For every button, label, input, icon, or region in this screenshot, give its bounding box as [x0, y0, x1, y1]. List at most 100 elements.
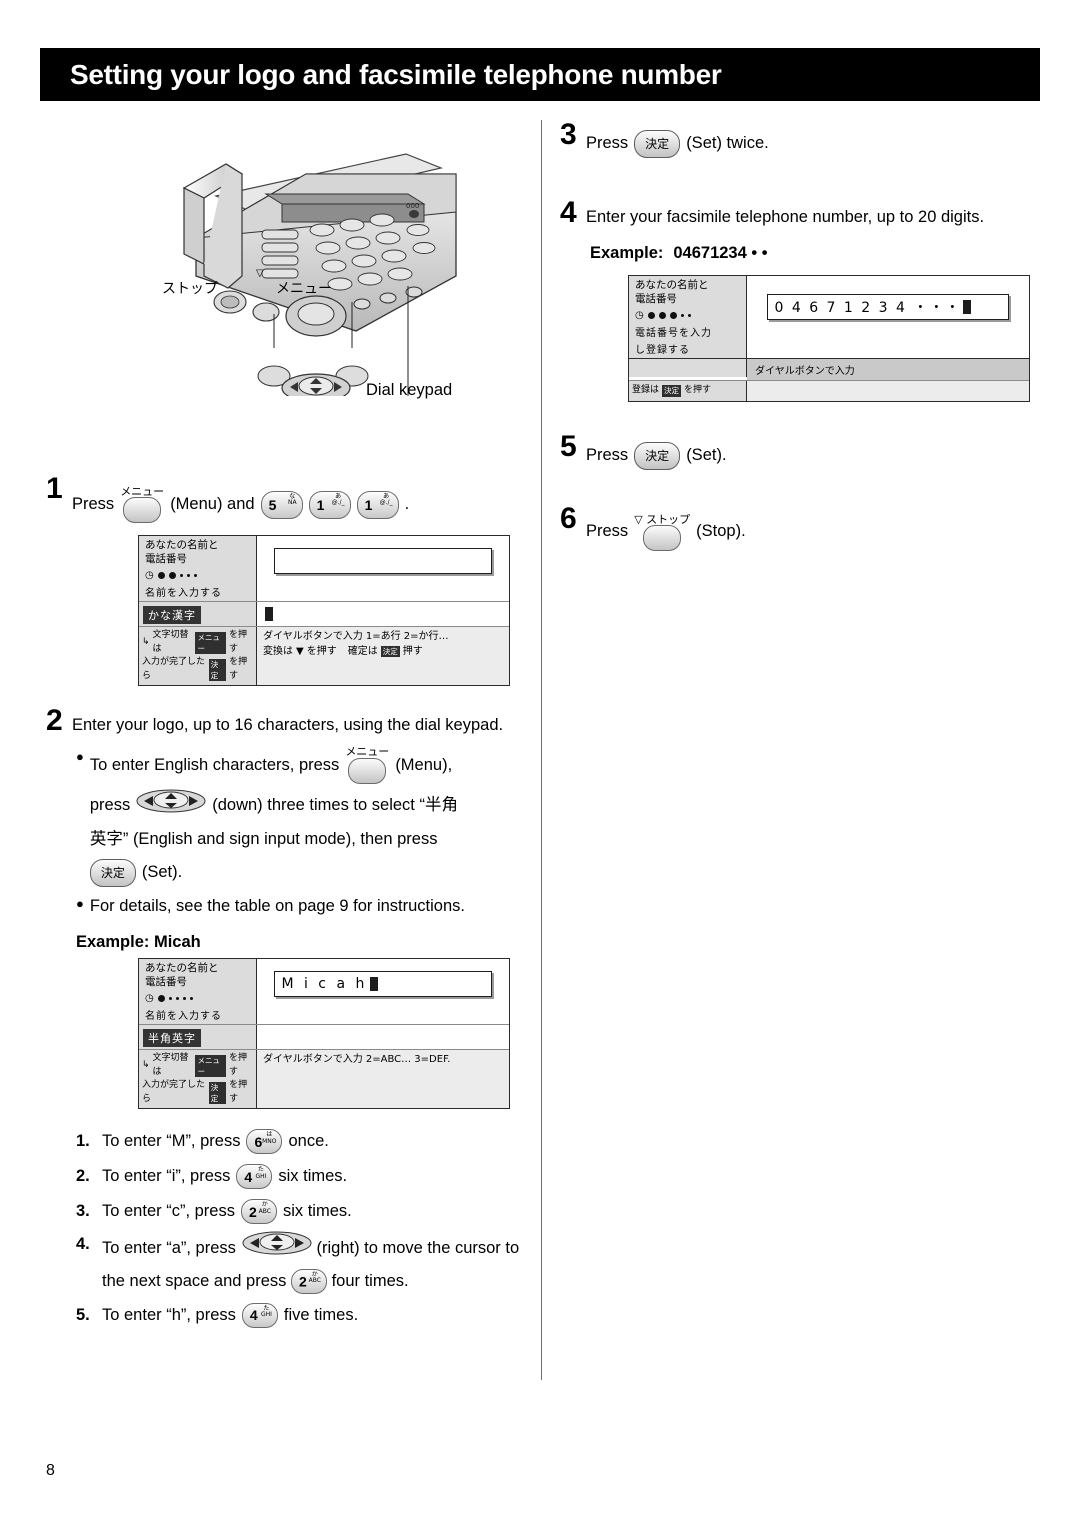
step-2-bullet-1: ● To enter English characters, press メニュ…	[76, 746, 536, 887]
substep-1-text-b: once.	[288, 1132, 329, 1151]
bullet1-text-e: 英字” (English and sign input mode), then …	[89, 830, 438, 849]
lcd1-hint4-chip: 決定	[380, 646, 400, 658]
dial-key-4-b[interactable]: 4 た GHI	[241, 1302, 278, 1328]
bullet1-text-f: (Set).	[141, 863, 183, 882]
step-2-text: Enter your logo, up to 16 characters, us…	[72, 716, 504, 735]
lcd1-hint3: ダイヤルボタンで入力 1=あ行 2=か行…	[263, 631, 449, 643]
dial-key-6[interactable]: 6 は MNO	[246, 1129, 283, 1155]
lcd2-subtitle: 名前を入力する	[145, 1011, 222, 1023]
lcd2-input-box: M i c a h	[274, 971, 492, 998]
dial-key-5-digit: 5	[268, 496, 277, 513]
lcd2-step-dots: ◷	[145, 993, 252, 1004]
label-stop: ストップ	[162, 281, 218, 297]
right-column: 3 Press 決定 (Set) twice. 4 Enter your fac…	[560, 120, 1040, 555]
substep-1: 1. To enter “M”, press 6 は MNO once.	[76, 1125, 536, 1158]
substep-3-num: 3.	[76, 1202, 90, 1221]
lcd2-hint2a: 入力が完了したら	[142, 1080, 206, 1104]
dial-key-1-a[interactable]: 1 あ @./_	[308, 490, 351, 519]
menu-key-2-button[interactable]	[348, 757, 387, 784]
step-5-text-a: Press	[586, 445, 629, 464]
substep-3-text-b: six times.	[282, 1202, 352, 1221]
lcd1-hint4c: 確定は	[347, 646, 378, 658]
step-1-period: .	[404, 494, 410, 513]
lcd-screen-2: あなたの名前と 電話番号 ◷ 名前を入力する M i c a h 半角英字 ↳ …	[138, 958, 510, 1110]
bullet1-text-a: To enter English characters, press	[89, 755, 340, 774]
lcd1-step-dots: ◷	[145, 570, 252, 581]
lcd3-input-value: 0 4 6 7 1 2 3 4 ・・・	[774, 299, 962, 316]
lcd2-cursor	[370, 977, 379, 992]
step-1: 1 Press メニュー (Menu) and 5 な NA 1 あ @./_ 1	[46, 474, 536, 523]
navigator-key-down[interactable]	[136, 788, 206, 822]
dial-key-1-b[interactable]: 1 あ @./_	[356, 490, 399, 519]
example-micah-title: Example: Micah	[76, 933, 201, 952]
page-header: Setting your logo and facsimile telephon…	[40, 48, 1040, 101]
lcd3-hint-chip: 決定	[662, 385, 682, 397]
svg-text:000: 000	[406, 202, 419, 210]
left-column: 000 ストップ メニュー Dial keypad ▽ 1 Press メニュー…	[46, 120, 536, 1332]
stop-key-button[interactable]	[643, 524, 682, 551]
lcd1-hint2b: を押す	[229, 657, 248, 681]
lcd1-title-line2: 電話番号	[145, 552, 187, 565]
dial-key-2-b[interactable]: 2 か ABC	[290, 1269, 327, 1295]
bullet-dot-icon-2: ●	[76, 895, 84, 911]
substep-1-num: 1.	[76, 1132, 90, 1151]
set-key-1[interactable]: 決定	[89, 858, 136, 887]
lcd-screen-1: あなたの名前と 電話番号 ◷ 名前を入力する かな漢字 ↳ 文字切替は メニュー…	[138, 535, 510, 687]
substep-4-text-a: To enter “a”, press	[102, 1238, 236, 1257]
step-5-number: 5	[560, 429, 577, 463]
step-1-number: 1	[46, 472, 63, 505]
lcd2-hint2-chip: 決定	[208, 1081, 227, 1105]
lcd1-hint1b: を押す	[229, 630, 248, 654]
lcd2-mode-chip: 半角英字	[143, 1029, 201, 1048]
step-1-press-label: Press	[72, 494, 115, 513]
substep-5: 5. To enter “h”, press 4 た GHI five times…	[76, 1299, 536, 1332]
column-divider	[541, 120, 542, 1380]
dial-key-2-a[interactable]: 2 か ABC	[240, 1199, 277, 1225]
lcd2-hint3: ダイヤルボタンで入力 2=ABC… 3=DEF.	[263, 1054, 451, 1066]
set-key-5[interactable]: 決定	[634, 441, 681, 470]
stop-key[interactable]: ▽ ストップ	[634, 514, 690, 551]
substep-3: 3. To enter “c”, press 2 か ABC six times.	[76, 1195, 536, 1228]
lcd3-subtitle-1: 電話番号を入力	[635, 328, 712, 340]
step-2: 2 Enter your logo, up to 16 characters, …	[46, 706, 536, 738]
dial-key-2b-sub-bottom: ABC	[308, 1277, 321, 1285]
bullet1-text-c: press	[89, 795, 131, 814]
clock-icon: ◷	[145, 570, 154, 582]
step-3: 3 Press 決定 (Set) twice.	[560, 120, 1040, 158]
lcd1-hint1-chip: メニュー	[195, 631, 227, 655]
step-2-bullet-2: ● For details, see the table on page 9 f…	[76, 893, 536, 919]
menu-key-1[interactable]: メニュー	[120, 486, 164, 523]
page-title: Setting your logo and facsimile telephon…	[70, 58, 722, 90]
lcd3-title-line2: 電話番号	[635, 292, 677, 305]
label-dial-keypad: Dial keypad	[366, 381, 453, 399]
set-key-3[interactable]: 決定	[634, 130, 681, 158]
bullet-dot-icon: ●	[76, 749, 84, 765]
clock-icon-2: ◷	[145, 993, 154, 1005]
substep-3-text-a: To enter “c”, press	[102, 1202, 235, 1221]
lcd3-input-box: 0 4 6 7 1 2 3 4 ・・・	[767, 293, 1009, 320]
navigator-key-right[interactable]	[242, 1230, 312, 1267]
step-6-text-b: (Stop).	[696, 522, 746, 541]
lcd1-hint1a: 文字切替は	[152, 630, 189, 654]
step-5: 5 Press 決定 (Set).	[560, 429, 1040, 470]
dial-key-1b-sub-bottom: @./_	[379, 498, 393, 506]
substep-4-num: 4.	[76, 1235, 90, 1254]
menu-key-2[interactable]: メニュー	[345, 746, 389, 784]
lcd2-title-line1: あなたの名前と	[145, 962, 219, 975]
menu-key-button[interactable]	[123, 497, 162, 523]
lcd1-hint4d: 押す	[402, 646, 423, 658]
lcd1-hint2-chip: 決定	[208, 658, 227, 682]
dial-key-4-a[interactable]: 4 た GHI	[236, 1164, 273, 1190]
step-6: 6 Press ▽ ストップ (Stop).	[560, 501, 1040, 551]
dial-key-2a-digit: 2	[248, 1203, 257, 1220]
step-6-text-a: Press	[586, 522, 629, 541]
substep-4: 4. To enter “a”, press (right) to move t…	[76, 1230, 536, 1296]
step-6-number: 6	[560, 501, 577, 535]
lcd3-hint-b: を押す	[684, 385, 712, 396]
dial-key-5[interactable]: 5 な NA	[260, 490, 303, 519]
substep-2-num: 2.	[76, 1167, 90, 1186]
menu-key-2-label: メニュー	[345, 745, 390, 759]
lcd3-cursor	[963, 299, 972, 314]
dial-key-4b-sub-bottom: GHI	[260, 1310, 272, 1318]
dial-key-4a-sub-bottom: GHI	[255, 1172, 267, 1180]
